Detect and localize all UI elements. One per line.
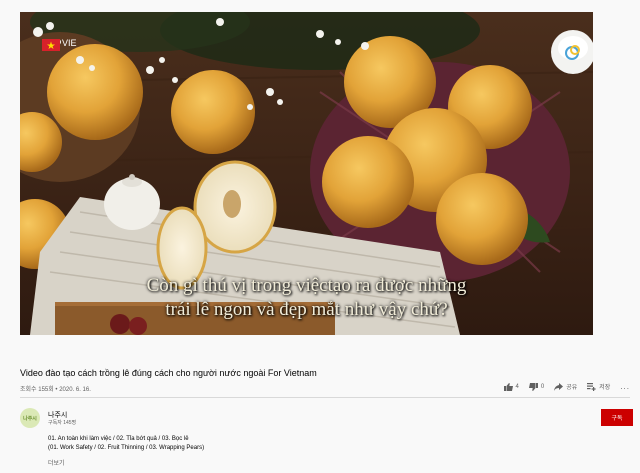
thumbs-up-icon [503, 382, 513, 391]
share-button[interactable]: 공유 [554, 382, 577, 391]
subtitle-line-1: Còn gì thú vị trong việctạo ra được nhữn… [146, 275, 467, 296]
show-more-link[interactable]: 더보기 [48, 458, 65, 467]
description-line-1: 01. An toàn khi làm việc / 02. Tỉa bớt q… [48, 436, 189, 442]
action-bar: 4 0 공유 저장 ... [494, 382, 630, 391]
avatar-text: 나주시 [23, 415, 37, 422]
views-and-date: 조회수 155회 • 2020. 6. 16. [20, 387, 91, 393]
video-player[interactable]: VIE Còn gì thú vị trong việctạo ra được … [20, 12, 593, 335]
divider [20, 397, 630, 398]
share-label: 공유 [566, 385, 578, 391]
subtitle-line-2: trái lê ngon và đẹp mắt như vậy chứ? [165, 299, 448, 320]
like-count: 4 [515, 383, 519, 390]
save-button[interactable]: 저장 [587, 382, 610, 391]
dislike-button[interactable]: 0 [528, 382, 545, 391]
playlist-add-icon [587, 382, 596, 391]
channel-tag: VIE [62, 38, 77, 48]
thumbs-down-icon [528, 382, 538, 391]
more-dots-icon: ... [620, 382, 630, 391]
subscriber-count: 구독자 145명 [48, 420, 77, 426]
share-arrow-icon [554, 382, 564, 391]
video-title: Video đào tạo cách trồng lê đúng cách ch… [20, 368, 317, 378]
more-actions-button[interactable]: ... [620, 382, 630, 391]
like-button[interactable]: 4 [503, 382, 519, 391]
subscribe-button[interactable]: 구독 [601, 409, 633, 426]
dislike-count: 0 [540, 383, 545, 390]
channel-logo-icon [565, 45, 580, 60]
description-line-2: (01. Work Safety / 02. Fruit Thinning / … [48, 445, 205, 451]
channel-avatar[interactable]: 나주시 [20, 408, 40, 428]
video-meta-row: 조회수 155회 • 2020. 6. 16. 4 0 공유 저장 ... [20, 382, 630, 398]
save-label: 저장 [599, 385, 611, 391]
vietnam-flag-icon [42, 39, 60, 51]
